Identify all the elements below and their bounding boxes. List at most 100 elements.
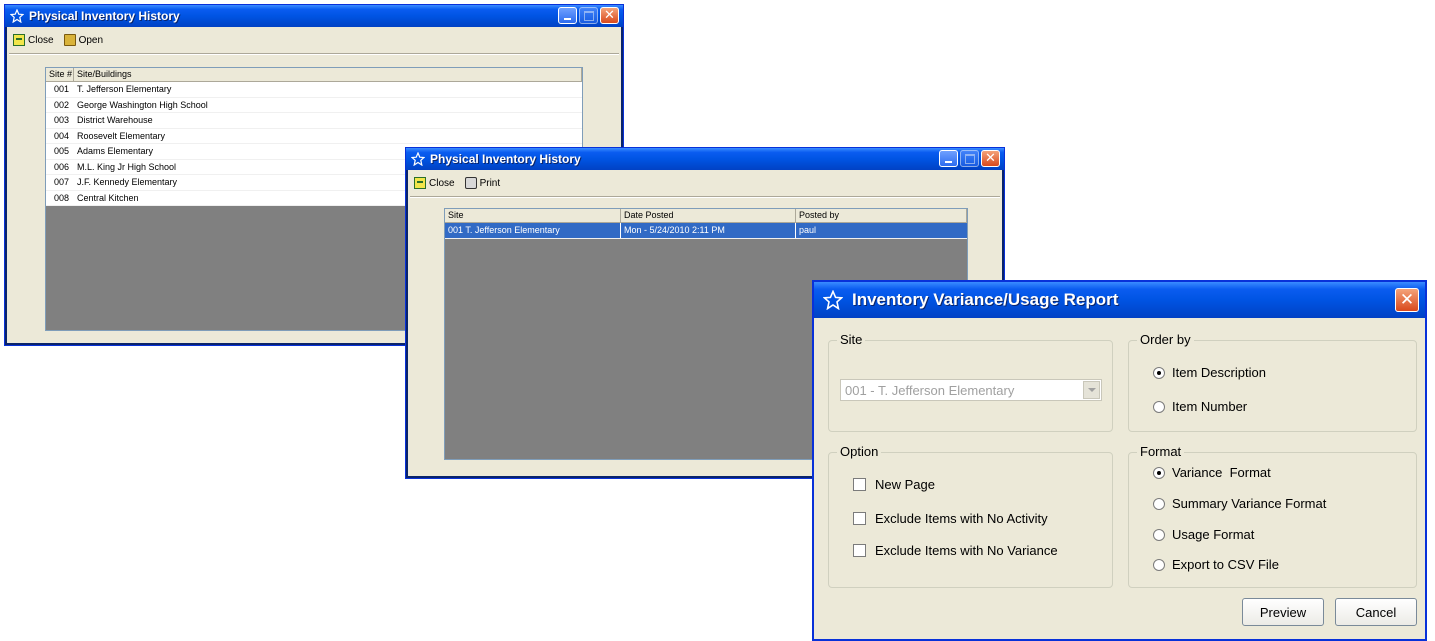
radio-unselected-icon[interactable]: [1153, 528, 1165, 541]
radio-label: Item Number: [1172, 399, 1248, 414]
column-header-date-posted[interactable]: Date Posted: [621, 209, 796, 222]
list-header: Site Date Posted Posted by: [445, 209, 967, 223]
radio-label: Export to CSV File: [1172, 557, 1279, 572]
site-number-cell: 003: [53, 115, 69, 125]
close-icon: ✕: [1399, 289, 1415, 310]
toolbar-divider: [410, 196, 1000, 198]
checkbox-box[interactable]: [853, 478, 866, 491]
folder-open-icon: [63, 34, 76, 46]
radio-unselected-icon[interactable]: [1153, 497, 1165, 510]
site-name-cell: Roosevelt Elementary: [77, 130, 166, 141]
toolbar-open-button[interactable]: Open: [63, 34, 104, 46]
close-doc-icon: [13, 34, 25, 46]
window-title: Physical Inventory History: [29, 9, 180, 23]
radio-label: Usage Format: [1172, 527, 1255, 542]
checkbox-label: Exclude Items with No Activity: [875, 511, 1048, 526]
checkbox-box[interactable]: [853, 512, 866, 525]
column-header-posted-by[interactable]: Posted by: [796, 209, 967, 222]
title-bar[interactable]: Physical Inventory History ✕: [406, 148, 1004, 170]
list-header: Site # Site/Buildings: [46, 68, 582, 82]
site-name-cell: District Warehouse: [77, 115, 153, 125]
checkbox-exclude-no-variance[interactable]: Exclude Items with No Variance: [853, 543, 1058, 558]
toolbar-divider: [9, 53, 619, 55]
column-header-site-buildings[interactable]: Site/Buildings: [74, 68, 582, 81]
report-dialog: Inventory Variance/Usage Report ✕ Site 0…: [812, 280, 1427, 641]
checkbox-label: Exclude Items with No Variance: [875, 543, 1058, 558]
order-by-legend: Order by: [1137, 332, 1194, 347]
radio-label: Item Description: [1172, 365, 1266, 380]
site-number-cell: 007: [53, 177, 69, 187]
option-legend: Option: [837, 444, 882, 459]
minimize-icon: [564, 18, 571, 20]
maximize-button: [579, 7, 598, 24]
dropdown-arrow-icon: [1083, 381, 1100, 399]
dialog-title: Inventory Variance/Usage Report: [852, 290, 1119, 309]
maximize-icon: [964, 153, 975, 164]
minimize-button[interactable]: [939, 150, 958, 167]
toolbar-open-label: Open: [78, 34, 104, 46]
table-row[interactable]: 004 Roosevelt Elementary: [46, 128, 582, 144]
table-row[interactable]: 001 T. Jefferson Elementary Mon - 5/24/20…: [445, 223, 967, 239]
radio-variance-format[interactable]: Variance Format: [1153, 465, 1271, 480]
site-number-cell: 008: [53, 192, 69, 203]
preview-button[interactable]: Preview: [1242, 598, 1324, 626]
site-select: 001 - T. Jefferson Elementary: [840, 379, 1102, 401]
maximize-icon: [583, 10, 594, 21]
toolbar-close-label: Close: [429, 177, 455, 189]
site-cell: 001 T. Jefferson Elementary: [445, 223, 621, 238]
checkbox-new-page[interactable]: New Page: [853, 477, 935, 492]
cancel-button[interactable]: Cancel: [1335, 598, 1417, 626]
close-window-button[interactable]: ✕: [600, 7, 619, 24]
close-icon: ✕: [985, 151, 996, 166]
radio-label: Variance Format: [1172, 465, 1271, 480]
site-name-cell: T. Jefferson Elementary: [77, 84, 172, 94]
minimize-icon: [945, 161, 952, 163]
close-window-button[interactable]: ✕: [981, 150, 1000, 167]
radio-selected-icon[interactable]: [1153, 466, 1165, 479]
option-group: Option New Page Exclude Items with No Ac…: [828, 444, 1113, 588]
radio-selected-icon[interactable]: [1153, 366, 1165, 379]
radio-label: Summary Variance Format: [1172, 496, 1327, 511]
maximize-button: [960, 150, 979, 167]
radio-usage-format[interactable]: Usage Format: [1153, 527, 1254, 542]
site-number-cell: 001: [53, 84, 69, 94]
toolbar: Close Open: [9, 29, 619, 51]
checkbox-label: New Page: [875, 477, 935, 492]
site-number-cell: 002: [53, 99, 69, 110]
radio-unselected-icon[interactable]: [1153, 400, 1165, 413]
toolbar-close-label: Close: [28, 34, 54, 46]
window-title: Physical Inventory History: [430, 152, 581, 166]
toolbar-close-button[interactable]: Close: [414, 177, 455, 189]
table-row[interactable]: 002 George Washington High School: [46, 97, 582, 113]
table-row[interactable]: 001 T. Jefferson Elementary: [46, 82, 582, 98]
site-number-cell: 006: [53, 161, 69, 172]
radio-summary-variance-format[interactable]: Summary Variance Format: [1153, 496, 1326, 511]
column-header-site-num[interactable]: Site #: [46, 68, 74, 81]
radio-unselected-icon[interactable]: [1153, 558, 1165, 571]
title-bar[interactable]: Physical Inventory History ✕: [5, 5, 623, 27]
dialog-title-bar[interactable]: Inventory Variance/Usage Report ✕: [814, 282, 1425, 318]
toolbar-print-label: Print: [479, 177, 501, 189]
star-icon: [410, 151, 426, 167]
format-legend: Format: [1137, 444, 1185, 459]
table-row[interactable]: 003 District Warehouse: [46, 113, 582, 129]
order-by-group: Order by Item Description Item Number: [1128, 332, 1417, 432]
toolbar: Close Print: [410, 172, 1000, 194]
format-group: Format Variance Format Summary Variance …: [1128, 444, 1417, 588]
checkbox-exclude-no-activity[interactable]: Exclude Items with No Activity: [853, 511, 1048, 526]
column-header-site[interactable]: Site: [445, 209, 621, 222]
radio-export-csv[interactable]: Export to CSV File: [1153, 557, 1279, 572]
site-select-value: 001 - T. Jefferson Elementary: [845, 382, 1015, 398]
dialog-close-button[interactable]: ✕: [1395, 288, 1419, 312]
close-icon: ✕: [604, 8, 615, 23]
site-number-cell: 004: [53, 130, 69, 141]
date-posted-cell: Mon - 5/24/2010 2:11 PM: [621, 223, 796, 238]
toolbar-close-button[interactable]: Close: [13, 34, 54, 46]
checkbox-box[interactable]: [853, 544, 866, 557]
toolbar-print-button[interactable]: Print: [464, 177, 501, 189]
star-icon: [9, 8, 25, 24]
minimize-button[interactable]: [558, 7, 577, 24]
radio-item-description[interactable]: Item Description: [1153, 365, 1266, 380]
radio-item-number[interactable]: Item Number: [1153, 399, 1247, 414]
star-icon: [822, 289, 844, 311]
